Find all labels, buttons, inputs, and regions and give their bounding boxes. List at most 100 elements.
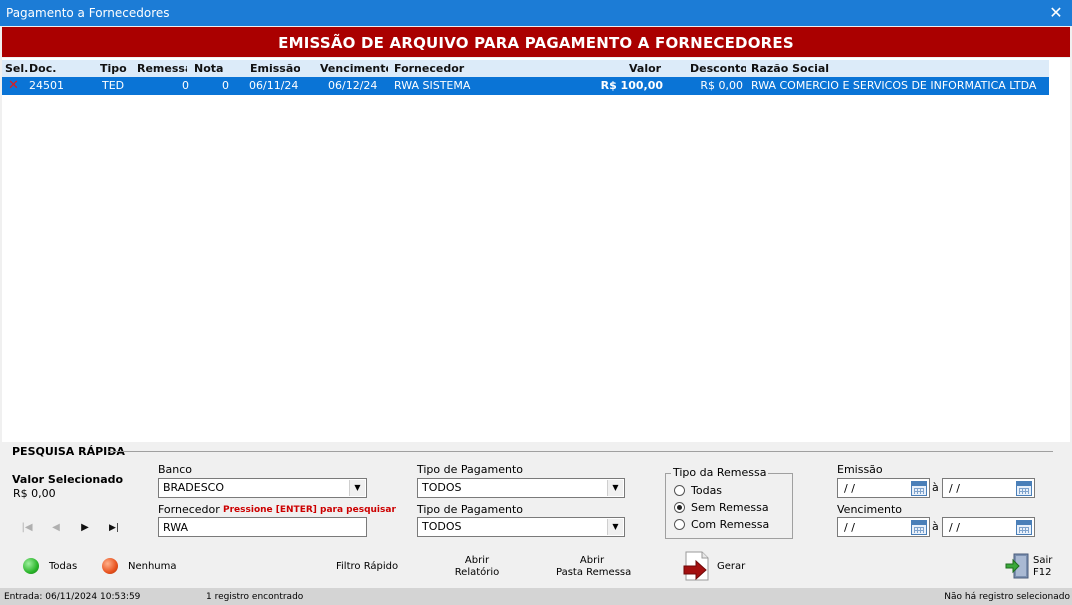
status-selecao: Não há registro selecionado: [944, 592, 1070, 602]
filtro-rapido-button[interactable]: Filtro Rápido: [336, 561, 398, 572]
tipo-pagamento-value-2: TODOS: [422, 520, 462, 533]
grid-header: Sel. Doc. Tipo Remessa Nota Emissão Venc…: [2, 60, 1049, 78]
column-header-sel[interactable]: Sel.: [5, 60, 29, 78]
valor-selecionado-label: Valor Selecionado: [12, 473, 124, 486]
column-header-desconto[interactable]: Desconto: [690, 60, 746, 78]
radio-todas-label: Todas: [691, 484, 723, 497]
radio-sem-remessa-label: Sem Remessa: [691, 501, 769, 514]
abrir-relatorio-line-1: Abrir: [464, 555, 490, 566]
tipo-pagamento-label-1: Tipo de Pagamento: [417, 463, 523, 476]
vencimento-end-field[interactable]: / /: [942, 517, 1035, 537]
calendar-icon[interactable]: [1016, 481, 1032, 496]
tipo-remessa-legend: Tipo da Remessa: [671, 466, 769, 479]
tipo-pagamento-select-1[interactable]: TODOS ▼: [417, 478, 625, 498]
select-none-button[interactable]: Nenhuma: [102, 558, 177, 576]
vencimento-end-value: / /: [949, 521, 960, 534]
abrir-relatorio-button[interactable]: Abrir Relatório: [452, 555, 502, 581]
column-header-valor[interactable]: Valor: [629, 60, 669, 78]
chevron-down-icon[interactable]: ▼: [607, 519, 623, 535]
gerar-label: Gerar: [717, 561, 746, 572]
green-circle-icon: [23, 558, 39, 574]
vencimento-label: Vencimento: [837, 503, 903, 516]
calendar-icon[interactable]: [911, 520, 927, 535]
abrir-pasta-line-2: Pasta Remessa: [556, 567, 632, 578]
status-entrada: Entrada: 06/11/2024 10:53:59: [4, 592, 141, 602]
radio-circle-icon[interactable]: [674, 485, 685, 496]
chevron-down-icon[interactable]: ▼: [607, 480, 623, 496]
banco-select-value: BRADESCO: [163, 481, 225, 494]
tipo-pagamento-value-1: TODOS: [422, 481, 462, 494]
column-header-emissao[interactable]: Emissão: [250, 60, 300, 78]
vencimento-start-field[interactable]: / /: [837, 517, 930, 537]
cell-desconto: R$ 0,00: [700, 79, 743, 92]
column-header-razao-social[interactable]: Razão Social: [751, 60, 841, 78]
tipo-remessa-group: Tipo da Remessa Todas Sem Remessa Com Re…: [665, 466, 793, 539]
status-registros: 1 registro encontrado: [206, 592, 304, 602]
abrir-relatorio-line-2: Relatório: [454, 567, 500, 578]
emissao-start-value: / /: [844, 482, 855, 495]
column-header-nota[interactable]: Nota: [194, 60, 224, 78]
calendar-icon[interactable]: [911, 481, 927, 496]
chevron-down-icon[interactable]: ▼: [349, 480, 365, 496]
radio-com-remessa[interactable]: Com Remessa: [674, 518, 769, 531]
payments-grid[interactable]: Sel. Doc. Tipo Remessa Nota Emissão Venc…: [2, 58, 1070, 442]
radio-circle-icon[interactable]: [674, 519, 685, 530]
calendar-icon[interactable]: [1016, 520, 1032, 535]
column-header-doc[interactable]: Doc.: [29, 60, 79, 78]
column-header-remessa[interactable]: Remessa: [137, 60, 187, 78]
orange-circle-icon: [102, 558, 118, 574]
sair-shortcut: F12: [1033, 567, 1052, 578]
cell-razao-social: RWA COMERCIO E SERVICOS DE INFORMATICA L…: [751, 79, 1037, 92]
emissao-label: Emissão: [837, 463, 883, 476]
column-header-vencimento[interactable]: Vencimento: [320, 60, 388, 78]
gerar-button[interactable]: Gerar: [682, 550, 746, 582]
cell-remessa: 0: [182, 79, 189, 92]
unselected-x-icon[interactable]: ✕: [8, 77, 22, 95]
fornecedor-input[interactable]: [159, 518, 366, 536]
emissao-end-value: / /: [949, 482, 960, 495]
banco-label: Banco: [158, 463, 193, 476]
table-row[interactable]: ✕ 24501 TED 0 0 06/11/24 06/12/24 RWA SI…: [2, 77, 1049, 95]
cell-fornecedor: RWA SISTEMA: [394, 79, 471, 92]
status-bar: Entrada: 06/11/2024 10:53:59 1 registro …: [0, 588, 1072, 605]
vencimento-start-value: / /: [844, 521, 855, 534]
next-record-icon[interactable]: ▶: [77, 520, 93, 536]
close-icon[interactable]: ✕: [1046, 3, 1066, 23]
column-header-fornecedor[interactable]: Fornecedor: [394, 60, 474, 78]
prev-record-icon[interactable]: ◀: [48, 520, 64, 536]
tipo-pagamento-label-2: Tipo de Pagamento: [417, 503, 523, 516]
fornecedor-label: Fornecedor: [158, 503, 220, 516]
sair-button[interactable]: Sair F12: [1005, 553, 1055, 581]
section-divider: [108, 451, 1053, 452]
select-all-button[interactable]: Todas: [23, 558, 83, 576]
valor-selecionado-value: R$ 0,00: [13, 487, 56, 500]
vencimento-range-sep: à: [932, 520, 939, 533]
radio-selected-icon[interactable]: [674, 502, 685, 513]
radio-sem-remessa[interactable]: Sem Remessa: [674, 501, 769, 514]
fornecedor-field[interactable]: [158, 517, 367, 537]
generate-file-icon: [683, 551, 709, 581]
title-bar: Pagamento a Fornecedores ✕: [0, 0, 1072, 26]
select-none-label: Nenhuma: [128, 561, 177, 572]
banco-select[interactable]: BRADESCO ▼: [158, 478, 367, 498]
tipo-pagamento-select-2[interactable]: TODOS ▼: [417, 517, 625, 537]
column-header-tipo[interactable]: Tipo: [100, 60, 132, 78]
main-window: Pagamento a Fornecedores ✕ EMISSÃO DE AR…: [0, 0, 1072, 605]
last-record-icon[interactable]: ▶|: [106, 520, 122, 536]
cell-nota: 0: [222, 79, 229, 92]
abrir-pasta-line-1: Abrir: [579, 555, 605, 566]
cell-vencimento: 06/12/24: [328, 79, 378, 92]
select-all-label: Todas: [49, 561, 78, 572]
cell-tipo: TED: [102, 79, 125, 92]
radio-com-remessa-label: Com Remessa: [691, 518, 770, 531]
cell-emissao: 06/11/24: [249, 79, 299, 92]
first-record-icon[interactable]: |◀: [19, 520, 35, 536]
cell-valor: R$ 100,00: [600, 79, 663, 92]
page-banner: EMISSÃO DE ARQUIVO PARA PAGAMENTO A FORN…: [2, 27, 1070, 57]
abrir-pasta-remessa-button[interactable]: Abrir Pasta Remessa: [556, 555, 632, 581]
emissao-end-field[interactable]: / /: [942, 478, 1035, 498]
window-title: Pagamento a Fornecedores: [6, 6, 170, 20]
exit-door-icon: [1005, 553, 1029, 579]
emissao-start-field[interactable]: / /: [837, 478, 930, 498]
radio-todas[interactable]: Todas: [674, 484, 722, 497]
